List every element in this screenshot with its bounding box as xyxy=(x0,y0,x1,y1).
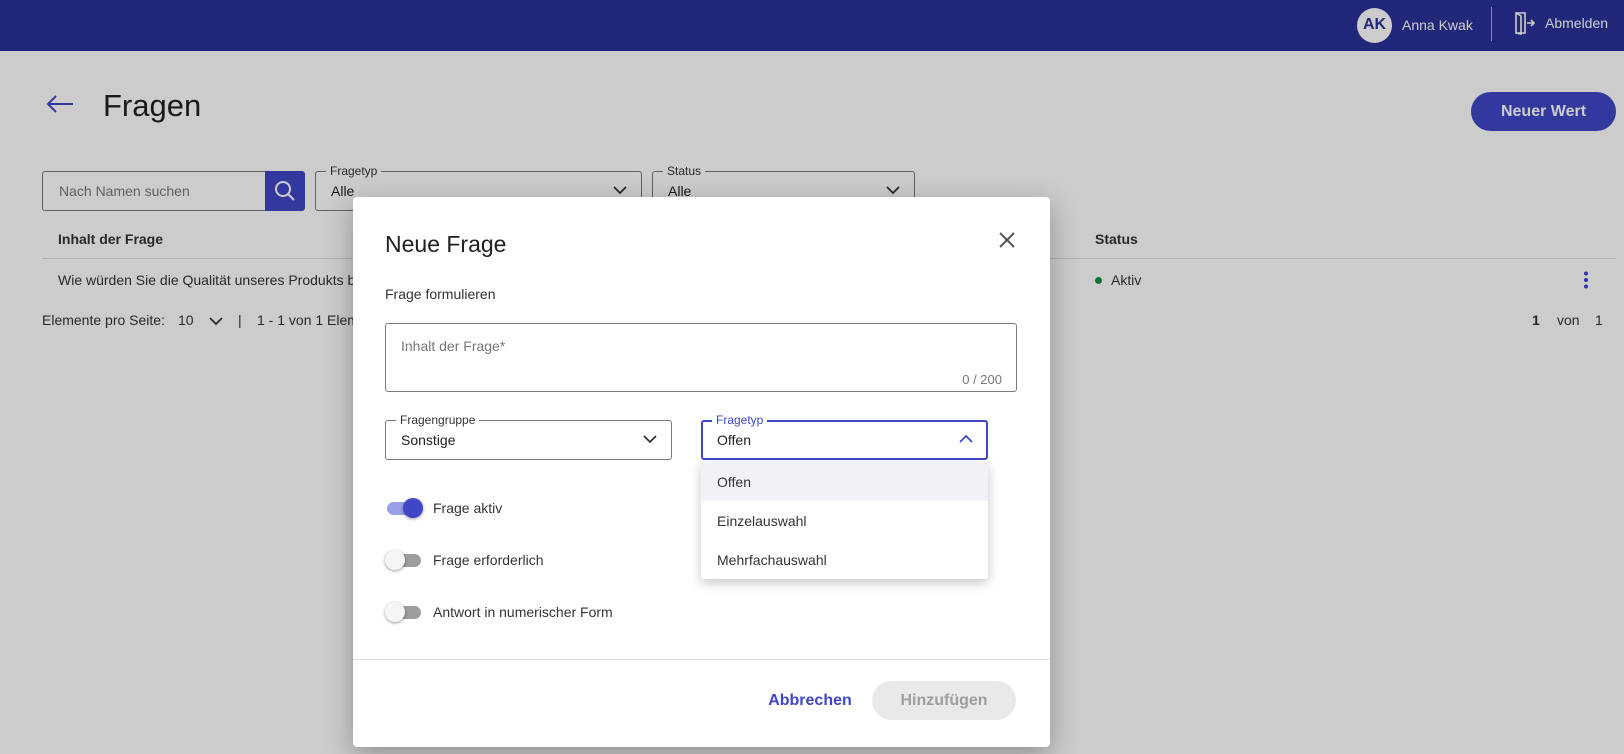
add-button[interactable]: Hinzufügen xyxy=(872,681,1016,720)
close-icon xyxy=(999,232,1015,248)
option-single-choice[interactable]: Einzelauswahl xyxy=(701,501,988,540)
toggle-label-required: Frage erforderlich xyxy=(433,552,544,568)
toggle-label-active: Frage aktiv xyxy=(433,500,503,516)
toggle-switch-active[interactable] xyxy=(385,498,423,518)
toggle-switch-required[interactable] xyxy=(385,550,423,570)
question-type-label: Fragetyp xyxy=(712,413,768,427)
question-group-select[interactable]: Fragengruppe Sonstige xyxy=(385,413,672,460)
question-content-textarea[interactable]: Inhalt der Frage* 0 / 200 xyxy=(385,323,1017,392)
question-group-label: Fragengruppe xyxy=(396,413,480,427)
cancel-button[interactable]: Abbrechen xyxy=(765,681,855,720)
toggle-question-active[interactable]: Frage aktiv xyxy=(385,498,502,518)
option-multiple-choice[interactable]: Mehrfachauswahl xyxy=(701,540,988,579)
chevron-down-icon xyxy=(643,435,657,444)
question-type-value: Offen xyxy=(717,432,751,448)
option-open[interactable]: Offen xyxy=(701,462,988,501)
character-counter: 0 / 200 xyxy=(962,372,1002,387)
toggle-numeric-answer[interactable]: Antwort in numerischer Form xyxy=(385,602,613,622)
toggle-question-required[interactable]: Frage erforderlich xyxy=(385,550,544,570)
dialog-subtitle: Frage formulieren xyxy=(385,286,496,302)
dialog-title: Neue Frage xyxy=(385,231,507,257)
toggle-switch-numeric[interactable] xyxy=(385,602,423,622)
question-group-value: Sonstige xyxy=(401,432,456,448)
question-type-options: Offen Einzelauswahl Mehrfachauswahl xyxy=(701,462,988,579)
new-question-dialog: Neue Frage Frage formulieren Inhalt der … xyxy=(353,197,1050,747)
question-content-placeholder: Inhalt der Frage* xyxy=(401,338,506,354)
chevron-up-icon xyxy=(959,434,973,443)
question-type-select[interactable]: Fragetyp Offen xyxy=(701,413,988,460)
toggle-label-numeric: Antwort in numerischer Form xyxy=(433,604,613,620)
dialog-footer-divider xyxy=(353,659,1050,660)
close-button[interactable] xyxy=(998,231,1016,254)
